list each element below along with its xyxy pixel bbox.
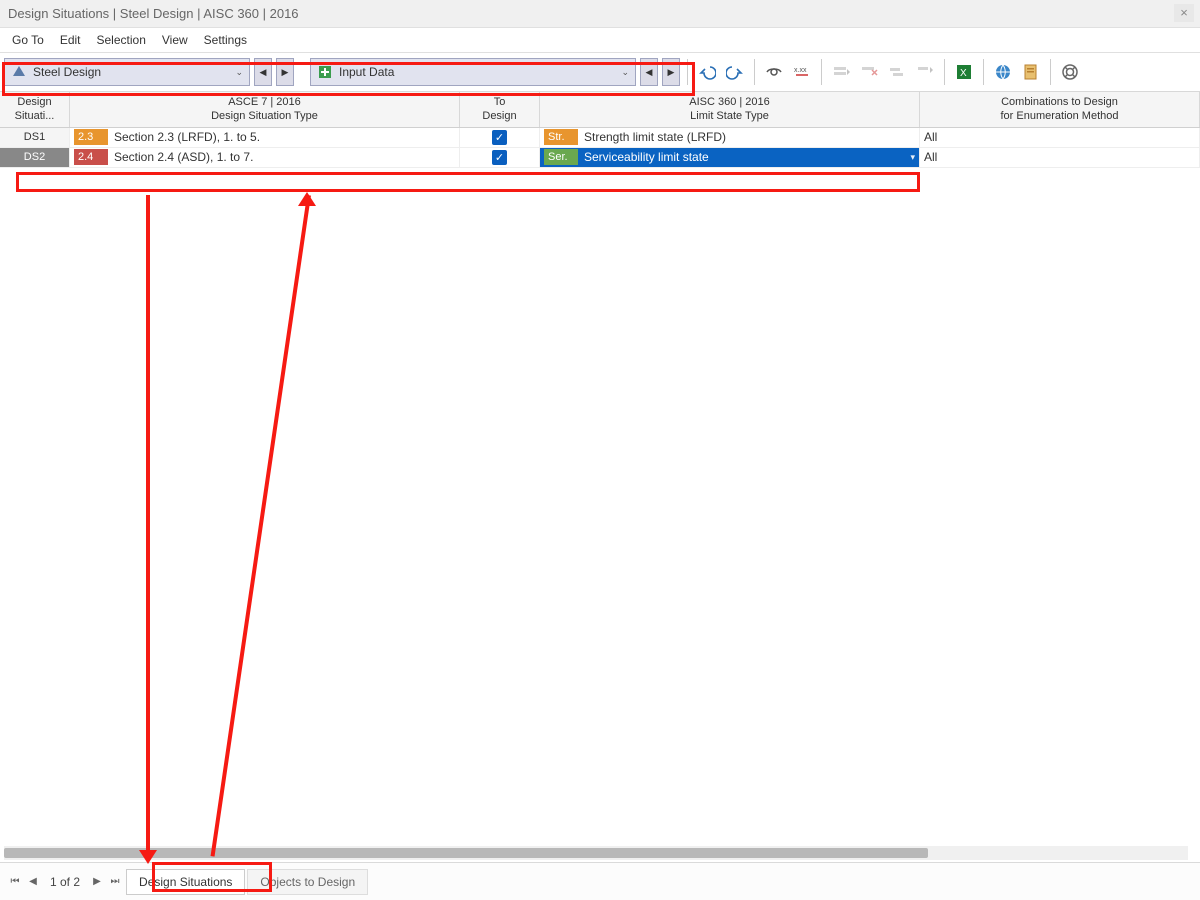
- nav-prev-category[interactable]: ◀: [640, 58, 658, 86]
- cell-limit-state[interactable]: Str. Strength limit state (LRFD): [540, 128, 920, 147]
- limit-state-badge: Ser.: [544, 149, 578, 165]
- cell-ds-type[interactable]: 2.3 Section 2.3 (LRFD), 1. to 5.: [70, 128, 460, 147]
- pager-next-icon[interactable]: ▶: [88, 871, 106, 893]
- table-row[interactable]: DS2 2.4 Section 2.4 (ASD), 1. to 7. ✓ Se…: [0, 148, 1200, 168]
- grid-header: Design Situati... ASCE 7 | 2016 Design S…: [0, 92, 1200, 128]
- separator: [687, 59, 688, 85]
- checkbox-checked-icon[interactable]: ✓: [492, 130, 507, 145]
- svg-text:X: X: [960, 68, 967, 79]
- separator: [821, 59, 822, 85]
- col-header-design-situation[interactable]: Design Situati...: [0, 92, 70, 127]
- chevron-down-icon: ⌄: [225, 67, 243, 78]
- cell-ds-type[interactable]: 2.4 Section 2.4 (ASD), 1. to 7.: [70, 148, 460, 167]
- input-data-icon: [317, 64, 333, 80]
- cell-ds-id: DS2: [0, 148, 70, 167]
- separator: [754, 59, 755, 85]
- delete-row-icon[interactable]: [857, 60, 881, 84]
- excel-export-icon[interactable]: X: [952, 60, 976, 84]
- col-header-to-design[interactable]: To Design: [460, 92, 540, 127]
- cell-limit-state-text: Serviceability limit state: [584, 150, 709, 164]
- combo-data-category[interactable]: Input Data ⌄: [310, 58, 636, 86]
- insert-row-icon[interactable]: [829, 60, 853, 84]
- redo-icon[interactable]: [723, 60, 747, 84]
- col-header-type[interactable]: ASCE 7 | 2016 Design Situation Type: [70, 92, 460, 127]
- data-grid: Design Situati... ASCE 7 | 2016 Design S…: [0, 92, 1200, 168]
- copy-row-icon[interactable]: [885, 60, 909, 84]
- annotation-box: [16, 172, 920, 192]
- combo-design-module-label: Steel Design: [33, 65, 101, 79]
- menu-edit[interactable]: Edit: [60, 33, 81, 47]
- dropdown-chevron-icon[interactable]: ▾: [910, 152, 915, 163]
- menu-view[interactable]: View: [162, 33, 188, 47]
- pager-first-icon[interactable]: ⏮: [6, 871, 24, 893]
- combo-design-module[interactable]: Steel Design ⌄: [4, 58, 250, 86]
- separator: [1050, 59, 1051, 85]
- pager-text: 1 of 2: [42, 875, 88, 889]
- cell-limit-state-text: Strength limit state (LRFD): [584, 130, 726, 144]
- settings-sheet-icon[interactable]: [1019, 60, 1043, 84]
- footer: ⏮ ◀ 1 of 2 ▶ ⏭ Design Situations Objects…: [0, 862, 1200, 900]
- separator: [983, 59, 984, 85]
- globe-icon[interactable]: [991, 60, 1015, 84]
- annotation-line: [211, 195, 311, 857]
- tab-design-situations[interactable]: Design Situations: [126, 869, 245, 895]
- toolbar: Steel Design ⌄ ◀ ▶ Input Data ⌄ ◀ ▶ x.xx…: [0, 52, 1200, 92]
- menu-bar: Go To Edit Selection View Settings: [0, 28, 1200, 52]
- scrollbar-thumb[interactable]: [4, 848, 928, 858]
- svg-text:x.xx: x.xx: [794, 67, 807, 74]
- col-header-limit-state[interactable]: AISC 360 | 2016 Limit State Type: [540, 92, 920, 127]
- precision-icon[interactable]: x.xx: [790, 60, 814, 84]
- menu-settings[interactable]: Settings: [204, 33, 247, 47]
- chevron-down-icon: ⌄: [611, 67, 629, 78]
- cell-combinations[interactable]: All: [920, 148, 1200, 167]
- title-bar: Design Situations | Steel Design | AISC …: [0, 0, 1200, 28]
- move-row-icon[interactable]: [913, 60, 937, 84]
- close-button[interactable]: ×: [1174, 4, 1194, 22]
- nav-next-category[interactable]: ▶: [662, 58, 680, 86]
- window-title: Design Situations | Steel Design | AISC …: [8, 6, 299, 21]
- pager-last-icon[interactable]: ⏭: [106, 871, 124, 893]
- steel-icon: [11, 64, 27, 80]
- show-icon[interactable]: [762, 60, 786, 84]
- pager-prev-icon[interactable]: ◀: [24, 871, 42, 893]
- table-row[interactable]: DS1 2.3 Section 2.3 (LRFD), 1. to 5. ✓ S…: [0, 128, 1200, 148]
- cell-ds-type-text: Section 2.3 (LRFD), 1. to 5.: [114, 130, 260, 144]
- cell-ds-id: DS1: [0, 128, 70, 147]
- cell-to-design[interactable]: ✓: [460, 128, 540, 147]
- tab-objects-to-design[interactable]: Objects to Design: [247, 869, 368, 895]
- col-header-combinations[interactable]: Combinations to Design for Enumeration M…: [920, 92, 1200, 127]
- annotation-line: [146, 195, 150, 855]
- code-badge: 2.3: [74, 129, 108, 145]
- checkbox-checked-icon[interactable]: ✓: [492, 150, 507, 165]
- combo-data-category-label: Input Data: [339, 65, 394, 79]
- horizontal-scrollbar[interactable]: [4, 846, 1188, 860]
- cell-to-design[interactable]: ✓: [460, 148, 540, 167]
- menu-goto[interactable]: Go To: [12, 33, 44, 47]
- menu-selection[interactable]: Selection: [97, 33, 146, 47]
- cell-limit-state[interactable]: Ser. Serviceability limit state ▾: [540, 148, 920, 167]
- help-icon[interactable]: [1058, 60, 1082, 84]
- annotation-arrowhead: [298, 192, 316, 206]
- cell-ds-type-text: Section 2.4 (ASD), 1. to 7.: [114, 150, 253, 164]
- separator: [944, 59, 945, 85]
- code-badge: 2.4: [74, 149, 108, 165]
- nav-prev-module[interactable]: ◀: [254, 58, 272, 86]
- undo-icon[interactable]: [695, 60, 719, 84]
- nav-next-module[interactable]: ▶: [276, 58, 294, 86]
- limit-state-badge: Str.: [544, 129, 578, 145]
- cell-combinations[interactable]: All: [920, 128, 1200, 147]
